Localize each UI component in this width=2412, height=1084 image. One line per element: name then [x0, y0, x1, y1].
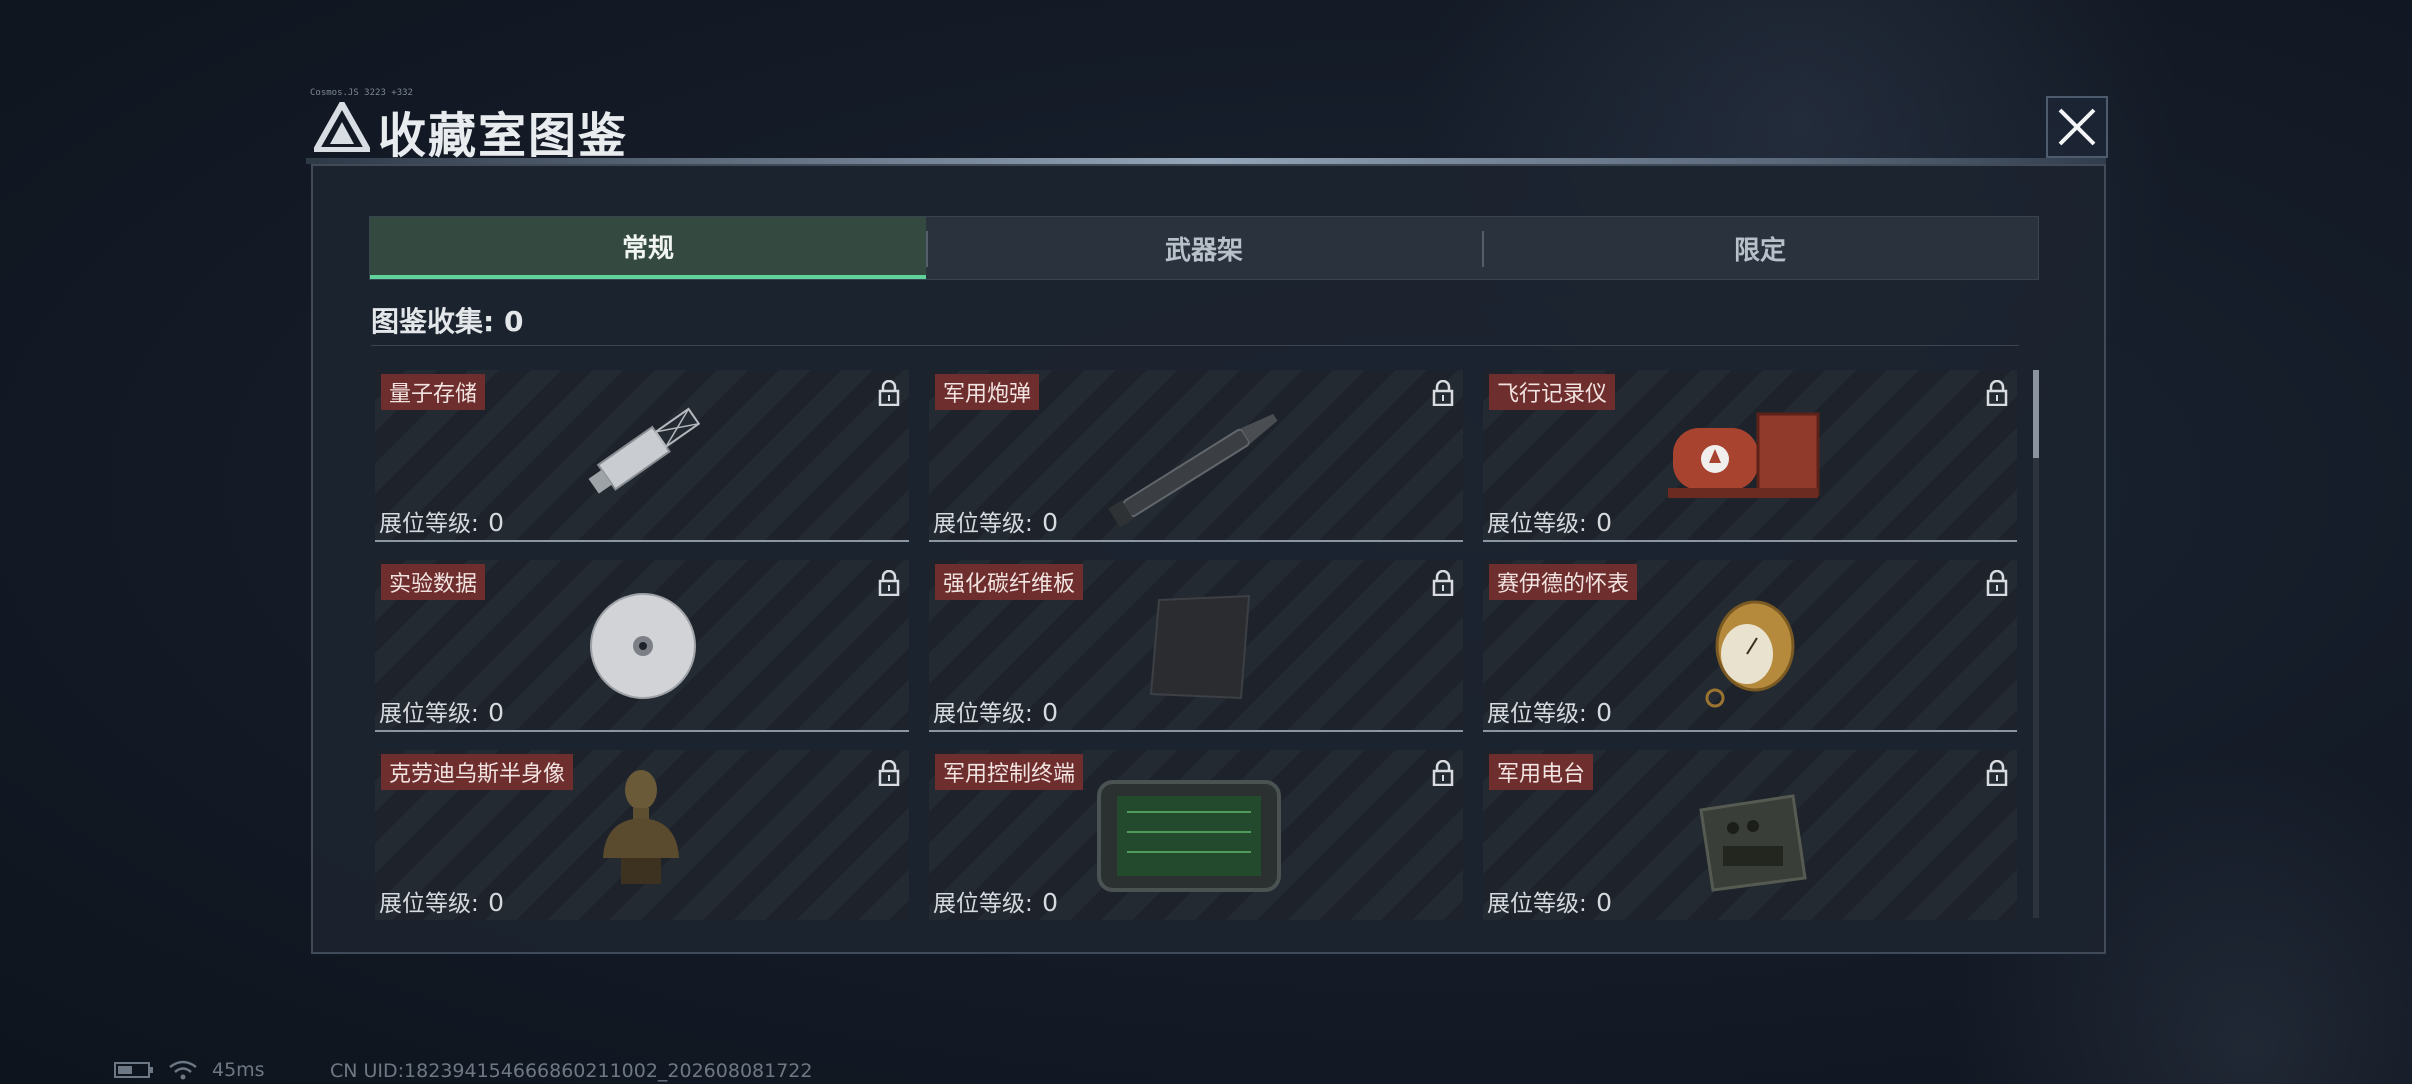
lock-icon — [878, 760, 900, 786]
divider — [371, 345, 2019, 346]
collection-count: 图鉴收集: 0 — [371, 305, 524, 338]
close-icon — [2058, 108, 2096, 146]
item-card[interactable]: 强化碳纤维板 展位等级: 0 — [929, 560, 1463, 732]
item-name: 军用炮弹 — [935, 374, 1040, 410]
booth-level: 展位等级: 0 — [933, 888, 1058, 917]
tab-limited[interactable]: 限定 — [1482, 217, 2038, 279]
grid-scrollbar[interactable] — [2033, 370, 2039, 918]
booth-level: 展位等级: 0 — [933, 508, 1058, 537]
booth-level: 展位等级: 0 — [933, 698, 1058, 727]
item-card[interactable]: 量子存储 展位等级: 0 — [375, 370, 909, 542]
item-card[interactable]: 军用炮弹 展位等级: 0 — [929, 370, 1463, 542]
tab-weapon-rack[interactable]: 武器架 — [926, 217, 1482, 279]
item-card[interactable]: 实验数据 展位等级: 0 — [375, 560, 909, 732]
tab-regular[interactable]: 常规 — [370, 217, 926, 279]
booth-level: 展位等级: 0 — [379, 888, 504, 917]
scroll-thumb[interactable] — [2033, 370, 2039, 458]
user-uid: CN UID:18239415466686021​1002_2026080817… — [330, 1060, 813, 1082]
booth-level: 展位等级: 0 — [1487, 888, 1612, 917]
lock-icon — [1432, 380, 1454, 406]
item-card[interactable]: 军用控制终端 展位等级: 0 — [929, 750, 1463, 920]
booth-level: 展位等级: 0 — [1487, 698, 1612, 727]
window-header: Cosmos.JS 3223 +332 收藏室图鉴 — [304, 88, 2118, 164]
lock-icon — [1432, 570, 1454, 596]
item-name: 飞行记录仪 — [1489, 374, 1616, 410]
status-bar: 45ms — [114, 1058, 265, 1082]
close-button[interactable] — [2046, 96, 2108, 158]
item-name: 军用控制终端 — [935, 754, 1084, 790]
booth-level: 展位等级: 0 — [379, 508, 504, 537]
wifi-icon — [169, 1060, 197, 1080]
item-card[interactable]: 飞行记录仪 展位等级: 0 — [1483, 370, 2017, 542]
lock-icon — [878, 570, 900, 596]
booth-level: 展位等级: 0 — [1487, 508, 1612, 537]
item-name: 赛伊德的怀表 — [1489, 564, 1638, 600]
lock-icon — [1432, 760, 1454, 786]
lock-icon — [878, 380, 900, 406]
item-name: 量子存储 — [381, 374, 486, 410]
item-card[interactable]: 赛伊德的怀表 展位等级: 0 — [1483, 560, 2017, 732]
item-name: 强化碳纤维板 — [935, 564, 1084, 600]
category-tabs: 常规 武器架 限定 — [369, 216, 2039, 280]
item-name: 实验数据 — [381, 564, 486, 600]
lock-icon — [1986, 760, 2008, 786]
item-card[interactable]: 军用电台 展位等级: 0 — [1483, 750, 2017, 920]
ping-value: 45ms — [212, 1059, 265, 1081]
item-name: 克劳迪乌斯半身像 — [381, 754, 574, 790]
booth-level: 展位等级: 0 — [379, 698, 504, 727]
item-name: 军用电台 — [1489, 754, 1594, 790]
page-title: 收藏室图鉴 — [378, 108, 629, 164]
battery-icon — [114, 1062, 153, 1078]
lock-icon — [1986, 380, 2008, 406]
logo-icon — [314, 102, 370, 152]
item-card[interactable]: 克劳迪乌斯半身像 展位等级: 0 — [375, 750, 909, 920]
lock-icon — [1986, 570, 2008, 596]
item-grid: 量子存储 展位等级: 0 军用炮弹 展位等级: 0 飞行记录仪 展位等级: 0 … — [375, 370, 2019, 920]
